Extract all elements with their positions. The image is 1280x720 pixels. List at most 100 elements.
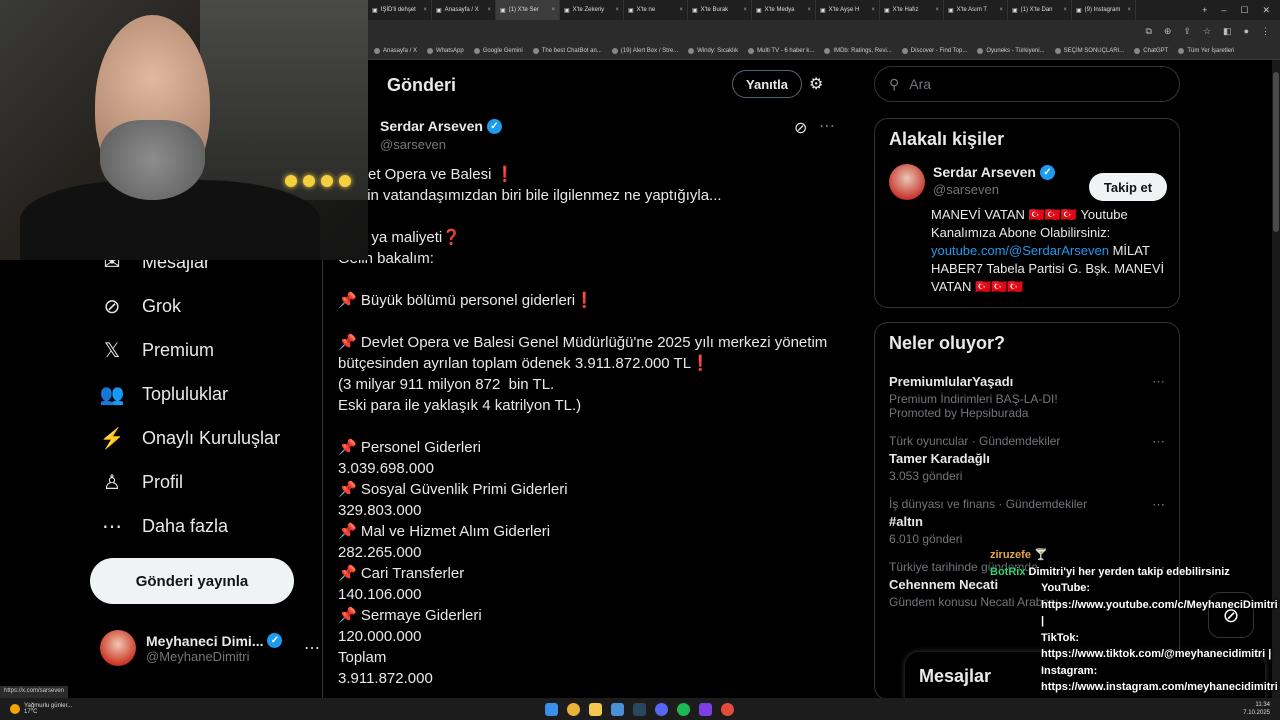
tweet-line: Devlet Opera ve Balesi ❗ (338, 166, 515, 183)
minimize-icon[interactable]: – (1221, 5, 1226, 16)
cast-icon[interactable]: ⧉ (1145, 26, 1151, 37)
avatar[interactable] (889, 164, 925, 200)
discord-icon[interactable] (655, 702, 668, 716)
share-icon[interactable]: ⇪ (1183, 26, 1191, 37)
browser-menu-icon[interactable]: ⋮ (1261, 26, 1270, 37)
browser-tab[interactable]: ▣ X'te Burak × (688, 0, 752, 20)
tweet-line: (3 milyar 911 milyon 872 bin TL. (338, 376, 555, 393)
nav-item-premium[interactable]: 𝕏 Premium (100, 338, 214, 362)
bookmark-item[interactable]: Anasayfa / X (374, 47, 417, 54)
bookmark-item[interactable]: The best ChatBot an... (532, 47, 602, 54)
browser-tab[interactable]: ▣ Anasayfa / X × (432, 0, 496, 20)
clock[interactable]: 11:34 7.10.2025 (1243, 701, 1270, 717)
bookmark-item[interactable]: Oyuneks - Türkiyeni... (977, 47, 1045, 54)
more-dots-icon[interactable]: ⋯ (819, 116, 835, 136)
search-icon: ⚲ (889, 75, 900, 92)
zoom-icon[interactable]: ⊕ (1164, 26, 1172, 37)
windows-start-icon[interactable] (545, 702, 558, 716)
more-dots-icon[interactable]: ⋯ (304, 638, 320, 658)
tweet-line: 329.803.000 (338, 502, 422, 519)
bookmark-item[interactable]: Discover - Find Top... (901, 47, 967, 54)
grok-icon[interactable]: ⊘ (794, 118, 807, 138)
browser-tab[interactable]: ▣ X'te ne × (624, 0, 688, 20)
close-icon[interactable]: × (935, 7, 939, 13)
nav-item-label: Daha fazla (142, 515, 229, 536)
trend-item[interactable]: Türk oyuncular · Gündemdekiler Tamer Kara… (889, 434, 1165, 483)
close-window-icon[interactable]: ✕ (1262, 5, 1270, 16)
bio-link[interactable]: youtube.com/@SerdarArseven (931, 243, 1109, 258)
trend-subtitle: 6.010 gönderi (889, 532, 963, 546)
close-icon[interactable]: × (551, 7, 555, 13)
close-icon[interactable]: × (679, 7, 683, 13)
close-icon[interactable]: × (999, 7, 1003, 13)
account-switcher[interactable]: Meyhaneci Dimi... ✓ @MeyhaneDimitri ⋯ (100, 630, 320, 666)
close-icon[interactable]: × (423, 7, 427, 13)
maximize-icon[interactable]: ☐ (1240, 5, 1248, 16)
bookmark-item[interactable]: Multi TV - 6 haber k... (748, 47, 814, 54)
browser-tab[interactable]: ▣ X'te Asım T × (944, 0, 1008, 20)
nav-item-onaylı-kuruluşlar[interactable]: ⚡ Onaylı Kuruluşlar (100, 426, 281, 450)
new-tab-icon[interactable]: + (1202, 5, 1207, 16)
browser-tab[interactable]: ▣ IŞİD'li dehşet × (368, 0, 432, 20)
tab-label: (9) Instagram (1084, 7, 1121, 13)
bookmark-label: SEÇİM SONUÇLARI... (1063, 47, 1125, 54)
steam-icon[interactable] (633, 702, 646, 716)
bookmark-star-icon[interactable]: ☆ (1203, 26, 1211, 37)
bookmark-item[interactable]: Google Gemini (473, 47, 523, 54)
tweet-line (338, 269, 838, 290)
bookmark-item[interactable]: (19) Alert Box / Stre... (611, 47, 678, 54)
tweet-text: Devlet Opera ve Balesi ❗ 10 bin vatandaşı… (338, 164, 838, 689)
nav-item-profil[interactable]: ♙ Profil (100, 470, 183, 494)
browser-tab[interactable]: ▣ X'te Ayşe H × (816, 0, 880, 20)
post-button[interactable]: Gönderi yayınla (90, 558, 294, 604)
close-icon[interactable]: × (871, 7, 875, 13)
bookmark-item[interactable]: Tüm Yer İşaretleri (1178, 47, 1234, 54)
nav-item-daha-fazla[interactable]: ⋯ Daha fazla (100, 514, 228, 538)
bookmark-item[interactable]: Windy: Sıcaklık (688, 47, 738, 54)
post-author[interactable]: Serdar Arseven ✓ @sarseven (380, 118, 502, 152)
close-icon[interactable]: × (1063, 7, 1067, 13)
chrome-icon[interactable] (567, 702, 580, 716)
related-bio: MANEVİ VATAN 🇹🇷🇹🇷🇹🇷 Youtube Kanalımıza A… (931, 206, 1165, 296)
browser-tab[interactable]: ▣ (1) X'te Dan × (1008, 0, 1072, 20)
extensions-icon[interactable]: ◧ (1223, 26, 1232, 37)
bookmark-item[interactable]: IMDb: Ratings, Revi... (824, 47, 892, 54)
more-dots-icon[interactable]: ⋯ (1152, 434, 1165, 450)
spotify-icon[interactable] (677, 702, 690, 716)
close-icon[interactable]: × (487, 7, 491, 13)
close-icon[interactable]: × (807, 7, 811, 13)
browser-tab[interactable]: ▣ X'te Medya × (752, 0, 816, 20)
follow-button[interactable]: Takip et (1089, 173, 1167, 201)
close-icon[interactable]: × (615, 7, 619, 13)
related-username[interactable]: @sarseven (933, 182, 1055, 197)
bookmark-item[interactable]: ChatGPT (1134, 47, 1168, 54)
app-icon[interactable] (611, 702, 624, 716)
file-explorer-icon[interactable] (589, 702, 602, 716)
search-input[interactable]: ⚲ Ara (874, 66, 1180, 102)
related-display-name[interactable]: Serdar Arseven (933, 164, 1036, 180)
browser-tab[interactable]: ▣ X'te Hafız × (880, 0, 944, 20)
close-icon[interactable]: × (743, 7, 747, 13)
browser-tab[interactable]: ▣ (9) Instagram × (1072, 0, 1136, 20)
app-icon[interactable] (721, 702, 734, 716)
profile-icon[interactable]: ● (1244, 26, 1249, 36)
nav-item-grok[interactable]: ⊘ Grok (100, 294, 181, 318)
bookmark-item[interactable]: SEÇİM SONUÇLARI... (1054, 47, 1125, 54)
tweet-line: 10 bin vatandaşımızdan biri bile ilgilen… (338, 187, 722, 204)
more-dots-icon[interactable]: ⋯ (1152, 497, 1165, 513)
close-icon[interactable]: × (1127, 7, 1131, 13)
app-icon[interactable] (699, 702, 712, 716)
nav-item-topluluklar[interactable]: 👥 Topluluklar (100, 382, 229, 406)
browser-tab[interactable]: ▣ X'te Zekeriy × (560, 0, 624, 20)
more-dots-icon[interactable]: ⋯ (1152, 374, 1165, 390)
reply-button[interactable]: Yanıtla (732, 70, 802, 98)
account-display-name: Meyhaneci Dimi... (146, 632, 264, 649)
filter-sliders-icon[interactable]: ⚙ (809, 74, 823, 94)
weather-widget[interactable]: Yağmurlu günler... 17°C (0, 703, 72, 715)
bookmark-item[interactable]: WhatsApp (427, 47, 464, 54)
trend-item[interactable]: PremiumlularYaşadı Premium İndirimleri BA… (889, 374, 1165, 420)
browser-tab[interactable]: ▣ (1) X'te Ser × (496, 0, 560, 20)
author-username[interactable]: @sarseven (380, 137, 502, 152)
trend-item[interactable]: İş dünyası ve finans · Gündemdekiler #alt… (889, 497, 1165, 546)
author-display-name[interactable]: Serdar Arseven (380, 118, 483, 134)
